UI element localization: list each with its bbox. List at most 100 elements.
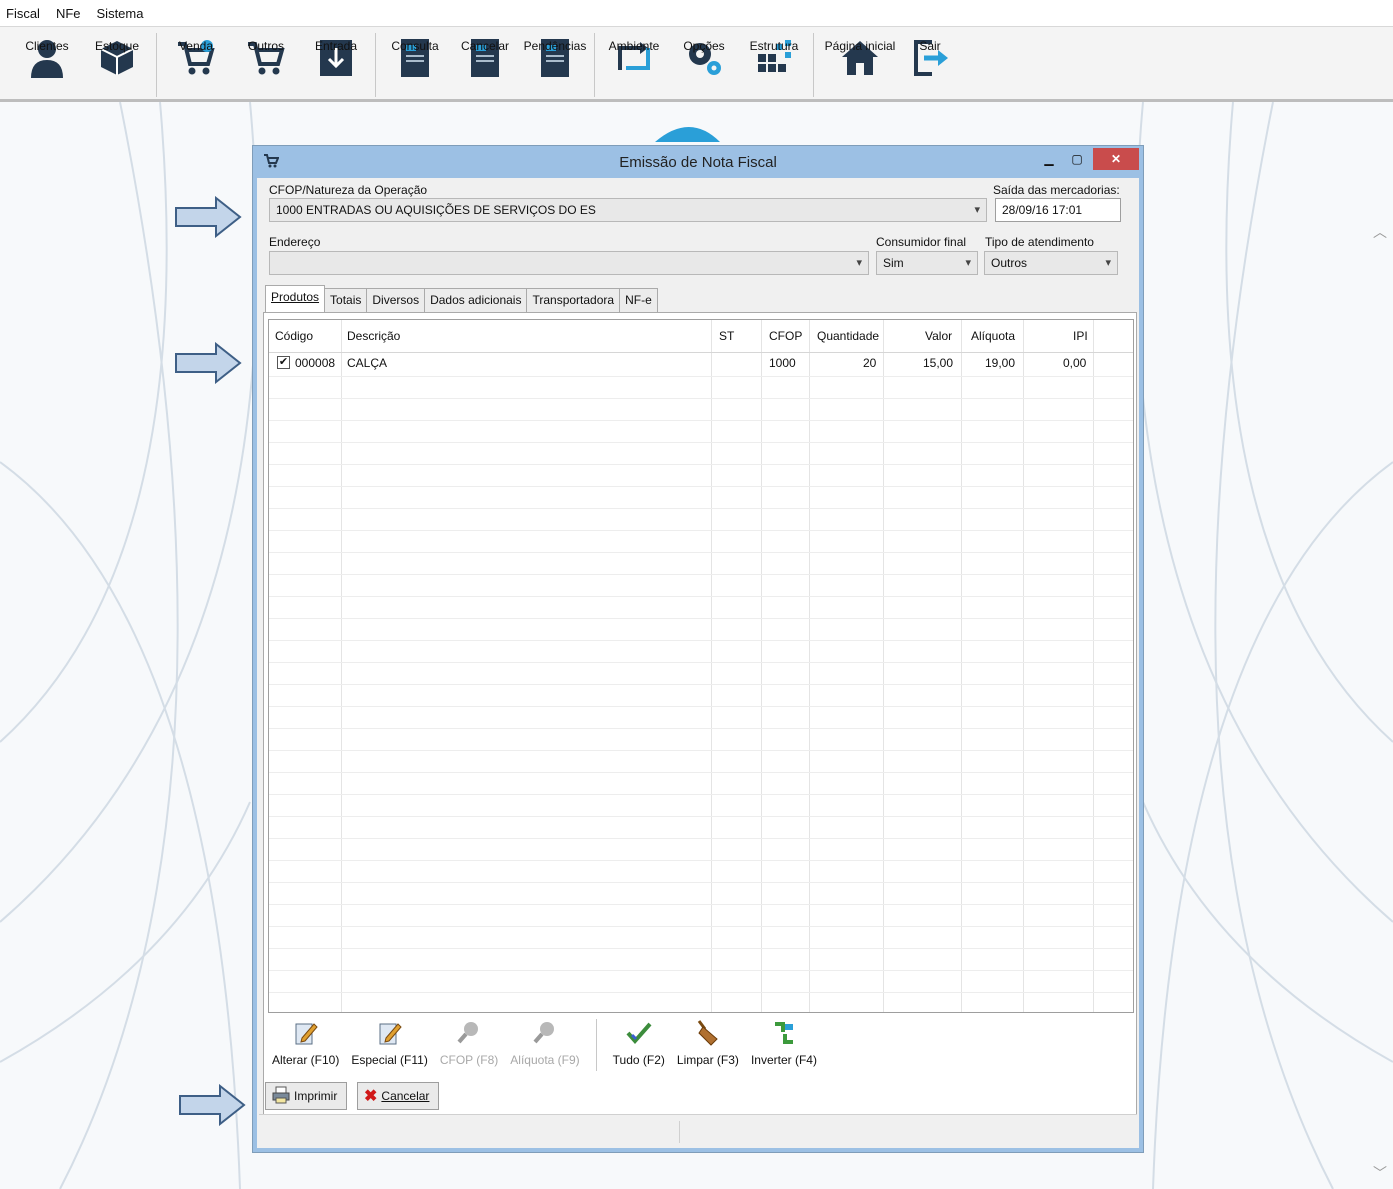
- cfop-select[interactable]: 1000 ENTRADAS OU AQUISIÇÕES DE SERVIÇOS …: [269, 198, 987, 222]
- minimize-icon: ▁: [1044, 152, 1054, 166]
- toolbar-estrutura-button[interactable]: Estrutura: [739, 27, 809, 99]
- cell-aliquota: 19,00: [985, 356, 1016, 370]
- minimize-button[interactable]: ▁: [1037, 148, 1061, 170]
- grid-row-line: [269, 376, 1133, 377]
- toolbar-separator: [375, 33, 376, 97]
- close-button[interactable]: ✕: [1093, 148, 1139, 170]
- grid-row-line: [269, 640, 1133, 641]
- cfop-button[interactable]: CFOP (F8): [440, 1015, 498, 1073]
- limpar-button[interactable]: Limpar (F3): [677, 1015, 739, 1073]
- toolbar-estoque-button[interactable]: Estoque: [82, 27, 152, 99]
- grid-row-line: [269, 838, 1133, 839]
- toolbar-consulta-button[interactable]: Consulta: [380, 27, 450, 99]
- status-separator: [679, 1121, 680, 1143]
- close-icon: ✕: [1110, 152, 1122, 166]
- grid-row-line: [269, 662, 1133, 663]
- alterar-button[interactable]: Alterar (F10): [272, 1015, 339, 1073]
- grid-row-line: [269, 464, 1133, 465]
- column-header[interactable]: ST: [719, 329, 734, 343]
- tipo-value: Outros: [991, 256, 1028, 270]
- grid-row-line: [269, 970, 1133, 971]
- cfop-value: 1000 ENTRADAS OU AQUISIÇÕES DE SERVIÇOS …: [276, 203, 596, 217]
- grid-row-line: [269, 882, 1133, 883]
- tab-label: Totais: [330, 293, 362, 307]
- action-label: CFOP (F8): [439, 1053, 499, 1067]
- grid-row-line: [269, 486, 1133, 487]
- scroll-up-icon[interactable]: ︿: [1373, 222, 1387, 242]
- grid-row-line: [269, 706, 1133, 707]
- endereco-label: Endereço: [269, 235, 321, 249]
- toolbar-entrada-button[interactable]: Entrada: [301, 27, 371, 99]
- toolbar-label: Clientes: [25, 39, 69, 53]
- maximize-icon: ▢: [1071, 152, 1083, 166]
- tab-strip: Produtos Totais Diversos Dados adicionai…: [265, 285, 658, 312]
- menu-sistema[interactable]: Sistema: [97, 6, 144, 21]
- inverter-button[interactable]: Inverter (F4): [751, 1015, 817, 1073]
- toolbar-separator: [594, 33, 595, 97]
- consumidor-label: Consumidor final: [876, 235, 967, 249]
- scroll-down-icon[interactable]: ﹀: [1373, 1163, 1387, 1183]
- toolbar-clientes-button[interactable]: Clientes: [12, 27, 82, 99]
- tab-nfe[interactable]: NF-e: [619, 288, 658, 312]
- tipo-select[interactable]: Outros ▾: [984, 251, 1118, 275]
- main-toolbar: Clientes Estoque Venda Outros Entrada Co…: [0, 26, 1393, 102]
- toolbar-pendencias-button[interactable]: Pendências: [520, 27, 590, 99]
- imprimir-button[interactable]: Imprimir: [265, 1082, 347, 1110]
- toolbar-ambiente-button[interactable]: Ambiente: [599, 27, 669, 99]
- chevron-down-icon: ▾: [1105, 257, 1111, 269]
- toolbar-opcoes-button[interactable]: Opções: [669, 27, 739, 99]
- tab-transportadora[interactable]: Transportadora: [526, 288, 621, 312]
- column-header[interactable]: Alíquota: [971, 329, 1015, 343]
- edit-special-icon: [376, 1019, 404, 1047]
- cell-quantidade: 20: [863, 356, 877, 370]
- toolbar-venda-button[interactable]: Venda: [161, 27, 231, 99]
- toolbar-label: Ambiente: [608, 39, 660, 53]
- column-header[interactable]: Descrição: [347, 329, 400, 343]
- toolbar-label: Entrada: [314, 39, 358, 53]
- aliquota-button[interactable]: Alíquota (F9): [510, 1015, 580, 1073]
- consumidor-value: Sim: [883, 256, 904, 270]
- row-checkbox[interactable]: ✔: [277, 356, 290, 369]
- tipo-label: Tipo de atendimento: [985, 235, 1094, 249]
- grid-row-line: [269, 398, 1133, 399]
- tab-totais[interactable]: Totais: [324, 288, 368, 312]
- consumidor-select[interactable]: Sim ▾: [876, 251, 978, 275]
- cancelar-button[interactable]: ✖ Cancelar: [357, 1082, 439, 1110]
- toolbar-sair-button[interactable]: Sair: [902, 27, 958, 99]
- maximize-button[interactable]: ▢: [1065, 148, 1089, 170]
- toolbar-separator: [156, 33, 157, 97]
- broom-icon: [694, 1019, 722, 1047]
- column-header[interactable]: Quantidade: [817, 329, 879, 343]
- menu-fiscal[interactable]: Fiscal: [6, 6, 40, 21]
- especial-button[interactable]: Especial (F11): [351, 1015, 428, 1073]
- cell-descricao: CALÇA: [347, 356, 388, 370]
- grid-row-line: [269, 618, 1133, 619]
- dialog-titlebar[interactable]: Emissão de Nota Fiscal ▁ ▢ ✕: [253, 146, 1143, 178]
- products-grid[interactable]: Código Descrição ST CFOP Quantidade Valo…: [268, 319, 1134, 1013]
- toolbar-outros-button[interactable]: Outros: [231, 27, 301, 99]
- toolbar-label: Cancelar: [460, 39, 510, 53]
- column-header[interactable]: Valor: [925, 329, 952, 343]
- toolbar-label: Página inicial: [824, 39, 896, 53]
- toolbar-cancelar-button[interactable]: Cancelar: [450, 27, 520, 99]
- tudo-button[interactable]: Tudo (F2): [613, 1015, 665, 1073]
- menu-nfe[interactable]: NFe: [56, 6, 81, 21]
- pointer-arrow-icon: [175, 342, 242, 384]
- toolbar-label: Estrutura: [749, 39, 799, 53]
- toolbar-label: Venda: [178, 39, 214, 53]
- column-header[interactable]: Código: [275, 329, 313, 343]
- toolbar-pagina-inicial-button[interactable]: Página inicial: [818, 27, 902, 99]
- status-bar: [259, 1114, 1137, 1148]
- grid-row-line: [269, 420, 1133, 421]
- tab-dados-adicionais[interactable]: Dados adicionais: [424, 288, 528, 312]
- dialog-title: Emissão de Nota Fiscal: [619, 154, 777, 171]
- tab-diversos[interactable]: Diversos: [366, 288, 426, 312]
- action-label: Limpar (F3): [676, 1053, 739, 1067]
- column-header[interactable]: CFOP: [769, 329, 802, 343]
- grid-row-line: [269, 904, 1133, 905]
- column-header[interactable]: IPI: [1073, 329, 1088, 343]
- grid-row-line: [269, 750, 1133, 751]
- tab-produtos[interactable]: Produtos: [265, 285, 326, 312]
- endereco-select[interactable]: ▾: [269, 251, 869, 275]
- saida-field[interactable]: 28/09/16 17:01: [995, 198, 1121, 222]
